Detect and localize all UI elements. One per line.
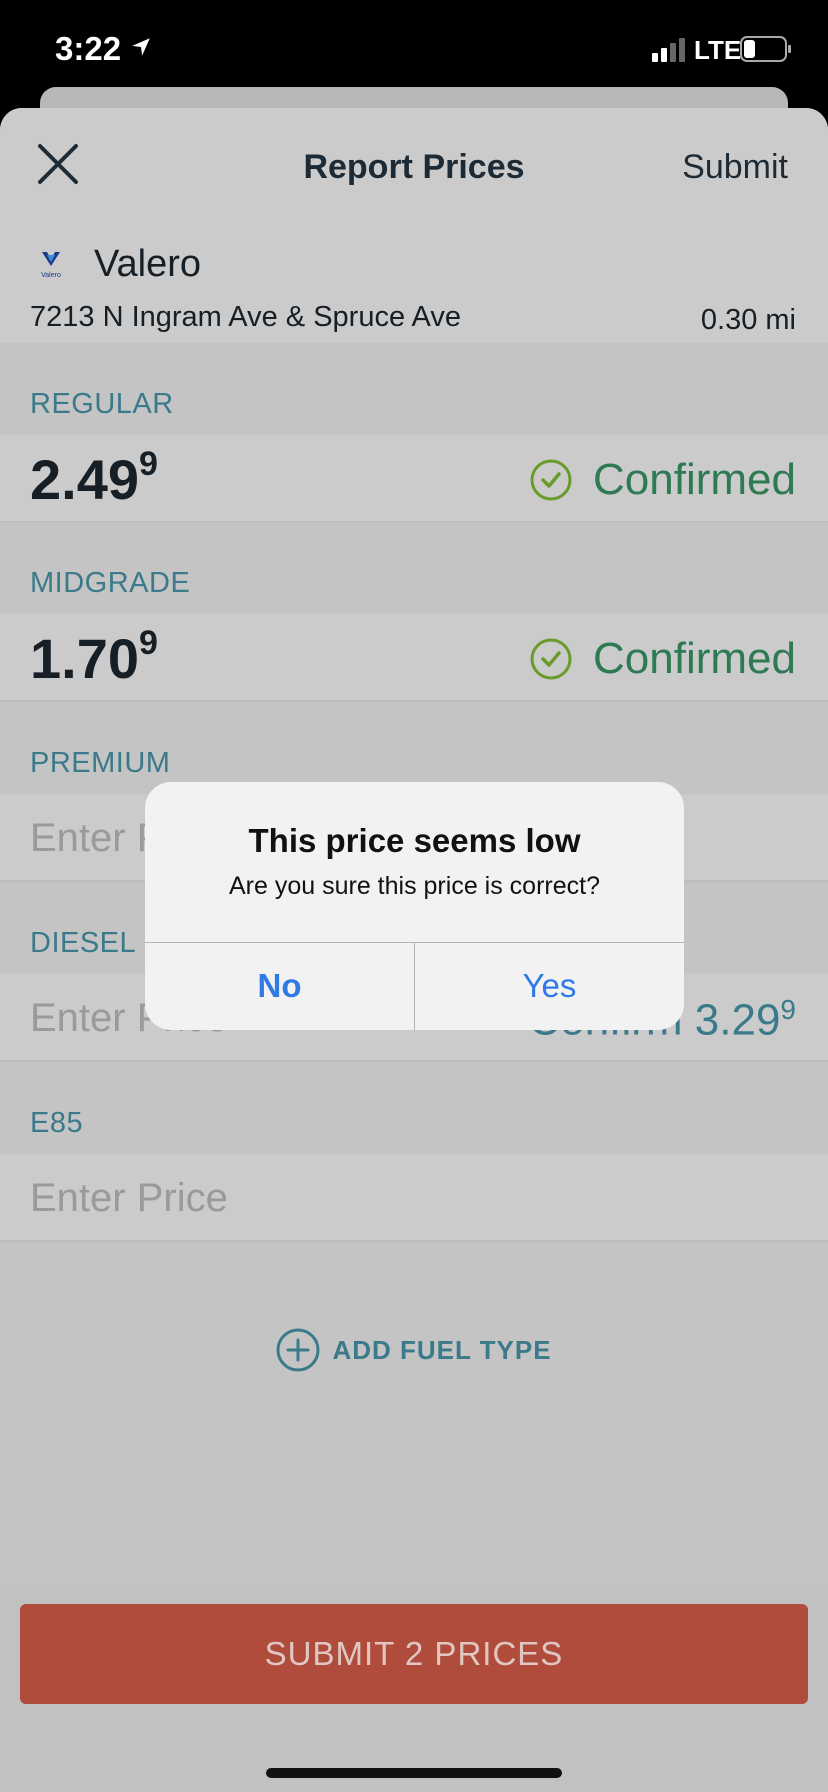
dialog-title: This price seems low [248, 822, 581, 859]
fuel-label-regular: REGULAR [30, 388, 174, 420]
battery-icon [740, 36, 791, 62]
fuel-label-midgrade: MIDGRADE [30, 567, 191, 599]
fuel-row-regular[interactable]: 2.499 Confirmed [0, 435, 828, 523]
home-indicator [266, 1768, 562, 1778]
station-address: 7213 N Ingram Ave & Spruce Ave [30, 301, 461, 333]
status-time: 3:22 [55, 30, 122, 67]
dialog-message: Are you sure this price is correct? [229, 872, 600, 900]
check-circle-icon [530, 459, 572, 501]
price-alert-dialog: This price seems low Are you sure this p… [145, 782, 684, 1030]
fuel-row-e85[interactable]: Enter Price [0, 1154, 828, 1242]
fuel-label-e85: E85 [30, 1107, 84, 1139]
fuel-row-midgrade[interactable]: 1.709 Confirmed [0, 614, 828, 702]
e85-price-input[interactable]: Enter Price [30, 1176, 228, 1221]
submit-link[interactable]: Submit [682, 148, 788, 187]
fuel-label-diesel: DIESEL [30, 927, 137, 959]
price-regular: 2.499 [30, 445, 158, 511]
network-type: LTE [694, 35, 742, 65]
valero-logo: Valero [41, 252, 61, 279]
sheet-header: Report Prices Submit Valero Valero 7213 … [0, 108, 828, 343]
check-circle-icon [530, 638, 572, 680]
dialog-no-button[interactable]: No [145, 942, 414, 1030]
fuel-label-premium: PREMIUM [30, 747, 171, 779]
signal-icon [652, 38, 685, 62]
status-bar: 3:22 LTE [0, 0, 828, 100]
dialog-yes-button[interactable]: Yes [415, 942, 684, 1030]
price-midgrade: 1.709 [30, 624, 158, 690]
location-arrow-icon [132, 38, 150, 56]
station-name: Valero [94, 243, 202, 285]
plus-circle-icon [276, 1328, 320, 1372]
add-fuel-type-button[interactable]: ADD FUEL TYPE [0, 1328, 828, 1372]
confirmed-badge: Confirmed [529, 455, 796, 505]
svg-text:Valero: Valero [41, 272, 61, 279]
station-distance: 0.30 mi [700, 304, 796, 336]
submit-prices-button[interactable]: SUBMIT 2 PRICES [20, 1604, 808, 1704]
confirmed-badge: Confirmed [529, 634, 796, 684]
